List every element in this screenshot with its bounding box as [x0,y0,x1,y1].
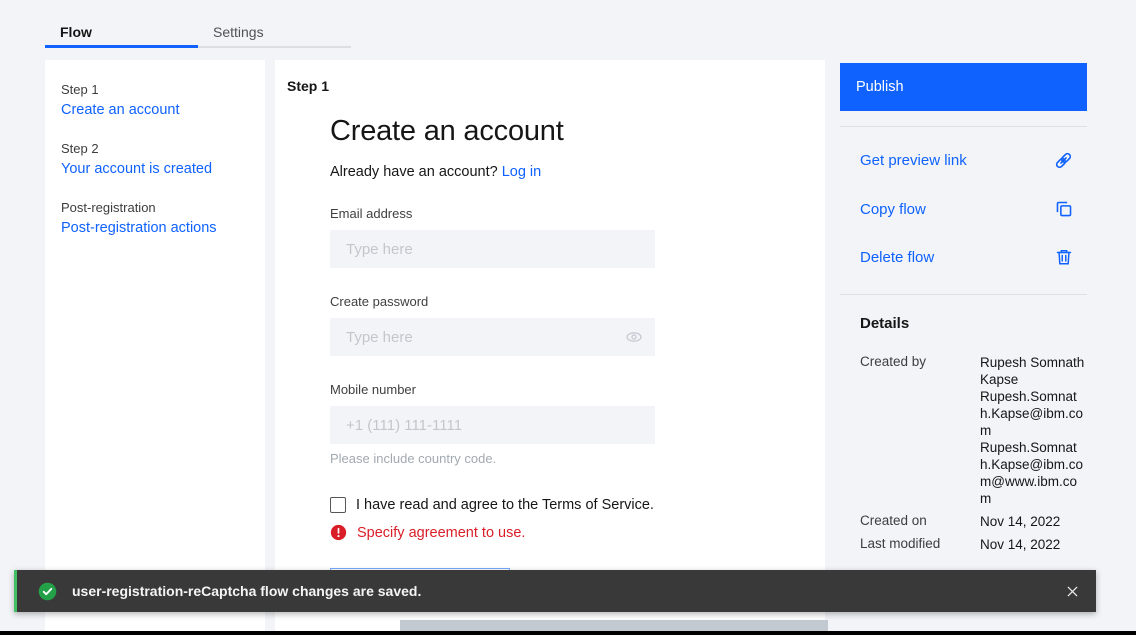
list-item: Step 1 Create an account [61,82,249,118]
copy-flow-button[interactable]: Copy flow [840,185,1087,233]
created-by-label: Created by [860,354,927,369]
last-modified-row: Last modified Nov 14, 2022 [860,536,1087,553]
flow-actions-rail: Publish Get preview link Copy flow Delet… [840,63,1087,553]
email-field[interactable] [330,230,655,268]
step-preview-panel: Step 1 Create an account Already have an… [275,60,825,631]
terms-error: Specify agreement to use. [330,524,655,541]
get-preview-link-button[interactable]: Get preview link [840,136,1087,185]
created-by-email: Rupesh.Somnath.Kapse@ibm.com [980,389,1084,438]
email-field-group: Email address [330,206,655,268]
terms-checkbox[interactable] [330,497,346,513]
list-item: Step 2 Your account is created [61,141,249,177]
copy-icon [1055,200,1073,218]
success-toast: user-registration-reCaptcha flow changes… [14,570,1096,612]
copy-flow-label: Copy flow [860,200,926,218]
password-label: Create password [330,294,429,309]
created-by-value: Rupesh Somnath Kapse Rupesh.Somnath.Kaps… [980,354,1087,507]
created-by-upn: Rupesh.Somnath.Kapse@ibm.com@www.ibm.com [980,440,1084,506]
last-modified-label: Last modified [860,536,941,551]
details-section: Details Created by Rupesh Somnath Kapse … [840,295,1087,553]
login-prompt: Already have an account? Log in [330,164,655,180]
login-link[interactable]: Log in [502,164,542,180]
list-item: Post-registration Post-registration acti… [61,200,249,236]
toast-message: user-registration-reCaptcha flow changes… [72,583,422,599]
tab-flow-underline [45,45,198,48]
sidebar-item-create-account[interactable]: Create an account [61,102,249,118]
page-title: Create an account [330,115,564,147]
error-icon [330,524,347,541]
tab-settings-label: Settings [213,24,264,40]
created-by-name: Rupesh Somnath Kapse [980,355,1085,387]
created-by-row: Created by Rupesh Somnath Kapse Rupesh.S… [860,354,1087,507]
show-password-icon[interactable] [625,328,643,346]
mobile-field-group: Mobile number Please include country cod… [330,382,655,466]
mobile-label: Mobile number [330,382,416,397]
get-preview-link-label: Get preview link [860,152,967,169]
sidebar-item-post-registration[interactable]: Post-registration actions [61,220,249,236]
sidebar-item-account-created[interactable]: Your account is created [61,161,249,177]
publish-button[interactable]: Publish [840,63,1087,111]
success-check-icon [38,582,57,601]
created-on-label: Created on [860,513,927,528]
delete-flow-label: Delete flow [860,248,935,266]
close-icon[interactable] [1065,584,1080,599]
tab-flow-label: Flow [60,24,92,40]
created-on-value: Nov 14, 2022 [980,514,1061,529]
delete-flow-button[interactable]: Delete flow [840,233,1087,281]
tab-bar: Flow Settings [45,18,351,48]
tab-settings-underline [198,46,351,48]
tab-flow[interactable]: Flow [45,18,198,48]
last-modified-value: Nov 14, 2022 [980,537,1061,552]
error-message: Specify agreement to use. [357,524,526,541]
step-group-label: Step 2 [61,141,99,156]
created-on-row: Created on Nov 14, 2022 [860,513,1087,530]
link-icon [1054,151,1073,170]
password-field-group: Create password [330,294,655,356]
window-bottom-edge [0,631,1136,635]
steps-panel: Step 1 Create an account Step 2 Your acc… [45,60,265,631]
email-label: Email address [330,206,413,221]
step-heading: Step 1 [287,78,330,94]
terms-label: I have read and agree to the Terms of Se… [356,497,654,513]
tab-settings[interactable]: Settings [198,18,351,48]
step-group-label: Post-registration [61,200,156,215]
mobile-field[interactable] [330,406,655,444]
terms-row: I have read and agree to the Terms of Se… [330,497,655,513]
details-heading: Details [860,315,910,332]
password-field[interactable] [330,318,655,356]
mobile-helper-text: Please include country code. [330,451,497,466]
step-group-label: Step 1 [61,82,99,97]
login-prompt-text: Already have an account? [330,164,498,180]
trash-icon [1055,248,1073,266]
horizontal-scrollbar-thumb[interactable] [400,620,828,631]
